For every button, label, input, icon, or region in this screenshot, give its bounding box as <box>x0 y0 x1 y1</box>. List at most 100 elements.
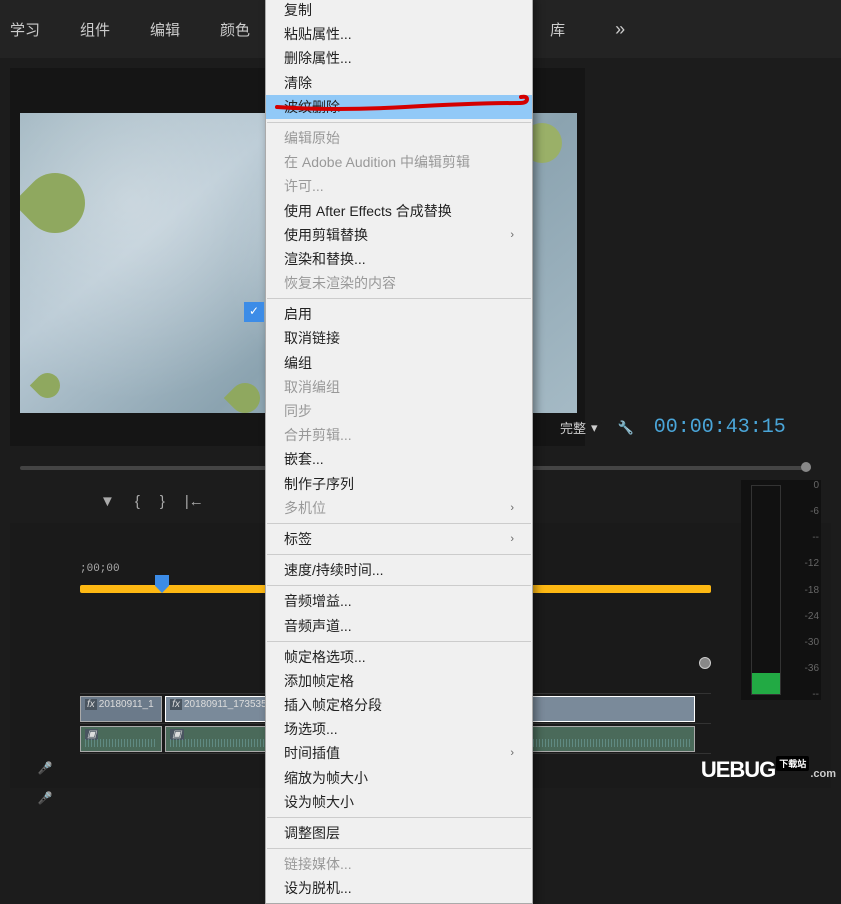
step-back-icon[interactable]: |← <box>185 493 204 510</box>
submenu-arrow-icon: › <box>510 532 514 546</box>
menu-item[interactable]: 取消链接 <box>266 326 532 350</box>
menu-item[interactable]: 调整图层 <box>266 821 532 845</box>
menu-item: 同步 <box>266 399 532 423</box>
menu-item[interactable]: 帧定格选项... <box>266 645 532 669</box>
tab-color[interactable]: 颜色 <box>220 19 250 40</box>
menu-item[interactable]: 复制 <box>266 0 532 22</box>
meter-tick: -24 <box>799 611 819 622</box>
menu-item[interactable]: 音频增益... <box>266 589 532 613</box>
audio-clip[interactable]: ▣ <box>80 726 162 752</box>
menu-item: 在 Adobe Audition 中编辑剪辑 <box>266 150 532 174</box>
menu-separator <box>267 848 531 849</box>
menu-item-label: 标签 <box>284 530 312 548</box>
fx-badge-icon: fx <box>85 699 97 710</box>
meter-tick: 0 <box>799 480 819 491</box>
program-monitor-footer: 完整 ▾ 🔧 00:00:43:15 <box>560 416 786 439</box>
submenu-arrow-icon: › <box>510 228 514 242</box>
menu-separator <box>267 554 531 555</box>
menu-item[interactable]: 波纹删除 <box>266 95 532 119</box>
menu-item: 合并剪辑... <box>266 423 532 447</box>
meter-tick: -6 <box>799 506 819 517</box>
tab-learn[interactable]: 学习 <box>10 19 40 40</box>
program-timecode[interactable]: 00:00:43:15 <box>654 416 786 439</box>
menu-item-label: 链接媒体... <box>284 855 352 873</box>
menu-item[interactable]: 速度/持续时间... <box>266 558 532 582</box>
watermark-ue: UE <box>701 757 730 783</box>
menu-item[interactable]: 删除属性... <box>266 46 532 70</box>
mark-in-icon[interactable]: { <box>135 493 140 510</box>
scrub-handle[interactable] <box>801 462 811 472</box>
menu-item[interactable]: 标签 › <box>266 527 532 551</box>
menu-item-label: 多机位 <box>284 499 326 517</box>
video-content-leaf <box>224 377 266 413</box>
menu-item-label: 删除属性... <box>284 49 352 67</box>
menu-item[interactable]: 渲染和替换... <box>266 247 532 271</box>
menu-item[interactable]: 时间插值› <box>266 741 532 765</box>
menu-item[interactable]: 启用✓ <box>266 302 532 326</box>
menu-item-label: 粘贴属性... <box>284 25 352 43</box>
menu-item: 恢复未渲染的内容 <box>266 271 532 295</box>
menu-item[interactable]: 添加帧定格 <box>266 669 532 693</box>
meter-scale: 0 -6 -- -12 -18 -24 -30 -36 -- <box>799 480 819 700</box>
menu-item[interactable]: 使用剪辑替换 › <box>266 223 532 247</box>
menu-item: 编辑原始 <box>266 126 532 150</box>
menu-item[interactable]: 设为脱机... <box>266 876 532 900</box>
menu-item-label: 取消编组 <box>284 378 340 396</box>
voiceover-mic-icon[interactable]: 🎤 <box>20 753 70 783</box>
menu-item[interactable]: 编组 <box>266 351 532 375</box>
menu-item-label: 缩放为帧大小 <box>284 769 368 787</box>
menu-item-label: 音频增益... <box>284 592 352 610</box>
menu-item-label: 许可... <box>284 177 324 195</box>
menu-item: 多机位› <box>266 496 532 520</box>
menu-item-label: 合并剪辑... <box>284 426 352 444</box>
menu-item-label: 使用剪辑替换 <box>284 226 368 244</box>
menu-item[interactable]: 粘贴属性... <box>266 22 532 46</box>
meter-bars <box>751 485 781 695</box>
menu-separator <box>267 817 531 818</box>
menu-item-label: 速度/持续时间... <box>284 561 384 579</box>
chevron-down-icon: ▾ <box>591 420 598 436</box>
menu-item-label: 清除 <box>284 74 312 92</box>
menu-item[interactable]: 清除 <box>266 71 532 95</box>
settings-wrench-icon[interactable]: 🔧 <box>618 420 634 436</box>
menu-item-label: 在 Adobe Audition 中编辑剪辑 <box>284 153 470 171</box>
meter-tick: -- <box>799 532 819 543</box>
menu-item[interactable]: 制作子序列 <box>266 472 532 496</box>
audio-meter: 0 -6 -- -12 -18 -24 -30 -36 -- <box>741 480 821 700</box>
menu-item-label: 复制 <box>284 1 312 19</box>
tab-components[interactable]: 组件 <box>80 19 110 40</box>
menu-item-label: 启用 <box>284 305 312 323</box>
add-marker-icon[interactable]: ▼ <box>100 493 115 510</box>
tab-library[interactable]: 库 <box>550 19 565 40</box>
menu-item[interactable]: 插入帧定格分段 <box>266 693 532 717</box>
fit-label: 完整 <box>560 418 586 437</box>
watermark-com: .com <box>810 768 836 780</box>
meter-tick: -30 <box>799 637 819 648</box>
menu-item[interactable]: 缩放为帧大小 <box>266 766 532 790</box>
menu-item[interactable]: 设为帧大小 <box>266 790 532 814</box>
menu-item[interactable]: 场选项... <box>266 717 532 741</box>
menu-item-label: 编组 <box>284 354 312 372</box>
menu-separator <box>267 298 531 299</box>
fx-badge-icon: ▣ <box>85 729 98 740</box>
mark-out-icon[interactable]: } <box>160 493 165 510</box>
tab-edit[interactable]: 编辑 <box>150 19 180 40</box>
menu-item-label: 调整图层 <box>284 824 340 842</box>
menu-item-label: 音频声道... <box>284 617 352 635</box>
meter-tick: -12 <box>799 558 819 569</box>
menu-item[interactable]: 嵌套... <box>266 447 532 471</box>
watermark-bug: BUG <box>729 757 775 783</box>
fx-badge-icon: fx <box>170 699 182 710</box>
tab-overflow-icon[interactable]: » <box>615 19 625 40</box>
menu-separator <box>267 585 531 586</box>
work-area-end-handle[interactable] <box>699 657 711 669</box>
watermark-tag: 下载站 <box>776 756 809 771</box>
fit-dropdown[interactable]: 完整 ▾ <box>560 418 598 437</box>
meter-tick: -18 <box>799 585 819 596</box>
menu-separator <box>267 523 531 524</box>
menu-item[interactable]: 音频声道... <box>266 614 532 638</box>
menu-item-label: 取消链接 <box>284 329 340 347</box>
track-headers: 🎤 🎤 <box>20 693 70 813</box>
video-clip[interactable]: fx20180911_1 <box>80 696 162 722</box>
menu-item[interactable]: 使用 After Effects 合成替换 <box>266 199 532 223</box>
